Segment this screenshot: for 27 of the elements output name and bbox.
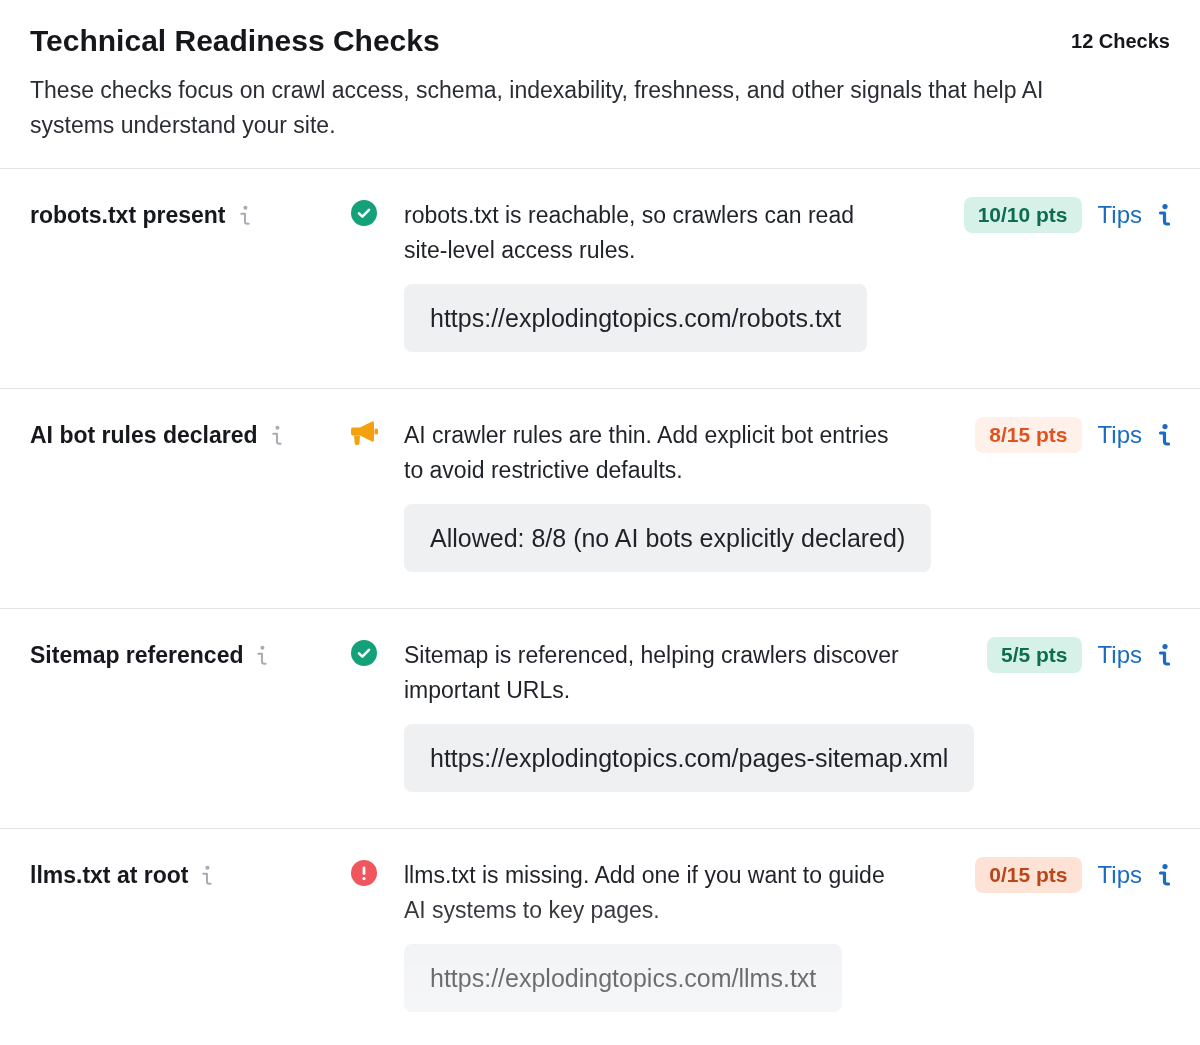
check-name: robots.txt present	[30, 201, 226, 230]
check-name: Sitemap referenced	[30, 641, 244, 670]
info-icon[interactable]	[1158, 864, 1170, 886]
info-icon[interactable]	[1158, 644, 1170, 666]
url-snippet: https://explodingtopics.com/llms.txt	[404, 944, 843, 1012]
points-badge: 10/10 pts	[963, 197, 1082, 233]
check-message: Sitemap is referenced, helping crawlers discover important URLs.	[404, 641, 900, 705]
info-icon[interactable]	[1158, 204, 1170, 226]
check-message: AI crawler rules are thin. Add explicit bot entries to avoid restrictive defaults.	[404, 421, 890, 485]
info-icon[interactable]	[1158, 424, 1170, 446]
tips-link[interactable]: Tips	[1097, 420, 1142, 450]
tips-link[interactable]: Tips	[1097, 200, 1142, 230]
tips-link[interactable]: Tips	[1097, 640, 1142, 670]
tips-link[interactable]: Tips	[1097, 860, 1142, 890]
points-badge: 5/5 pts	[987, 637, 1082, 673]
check-message: llms.txt is missing. Add one if you want to guide AI systems to key pages.	[404, 861, 886, 925]
url-snippet: https://explodingtopics.com/robots.txt	[404, 284, 868, 352]
check-name: AI bot rules declared	[30, 421, 258, 450]
section-title: Technical Readiness Checks	[30, 23, 440, 59]
check-name: llms.txt at root	[30, 861, 189, 890]
url-snippet: Allowed: 8/8 (no AI bots explicitly declared)	[404, 504, 932, 572]
checks-count: 12 Checks	[1071, 29, 1170, 54]
points-badge: 8/15 pts	[975, 417, 1082, 453]
check-message: robots.txt is reachable, so crawlers can read site-level access rules.	[404, 201, 855, 265]
section-description: These checks focus on crawl access, schema, indexability, freshness, and other signals that help AI systems understand your site.	[30, 76, 1045, 140]
url-snippet: https://explodingtopics.com/pages-sitemap.xml	[404, 724, 975, 792]
points-badge: 0/15 pts	[975, 857, 1082, 893]
